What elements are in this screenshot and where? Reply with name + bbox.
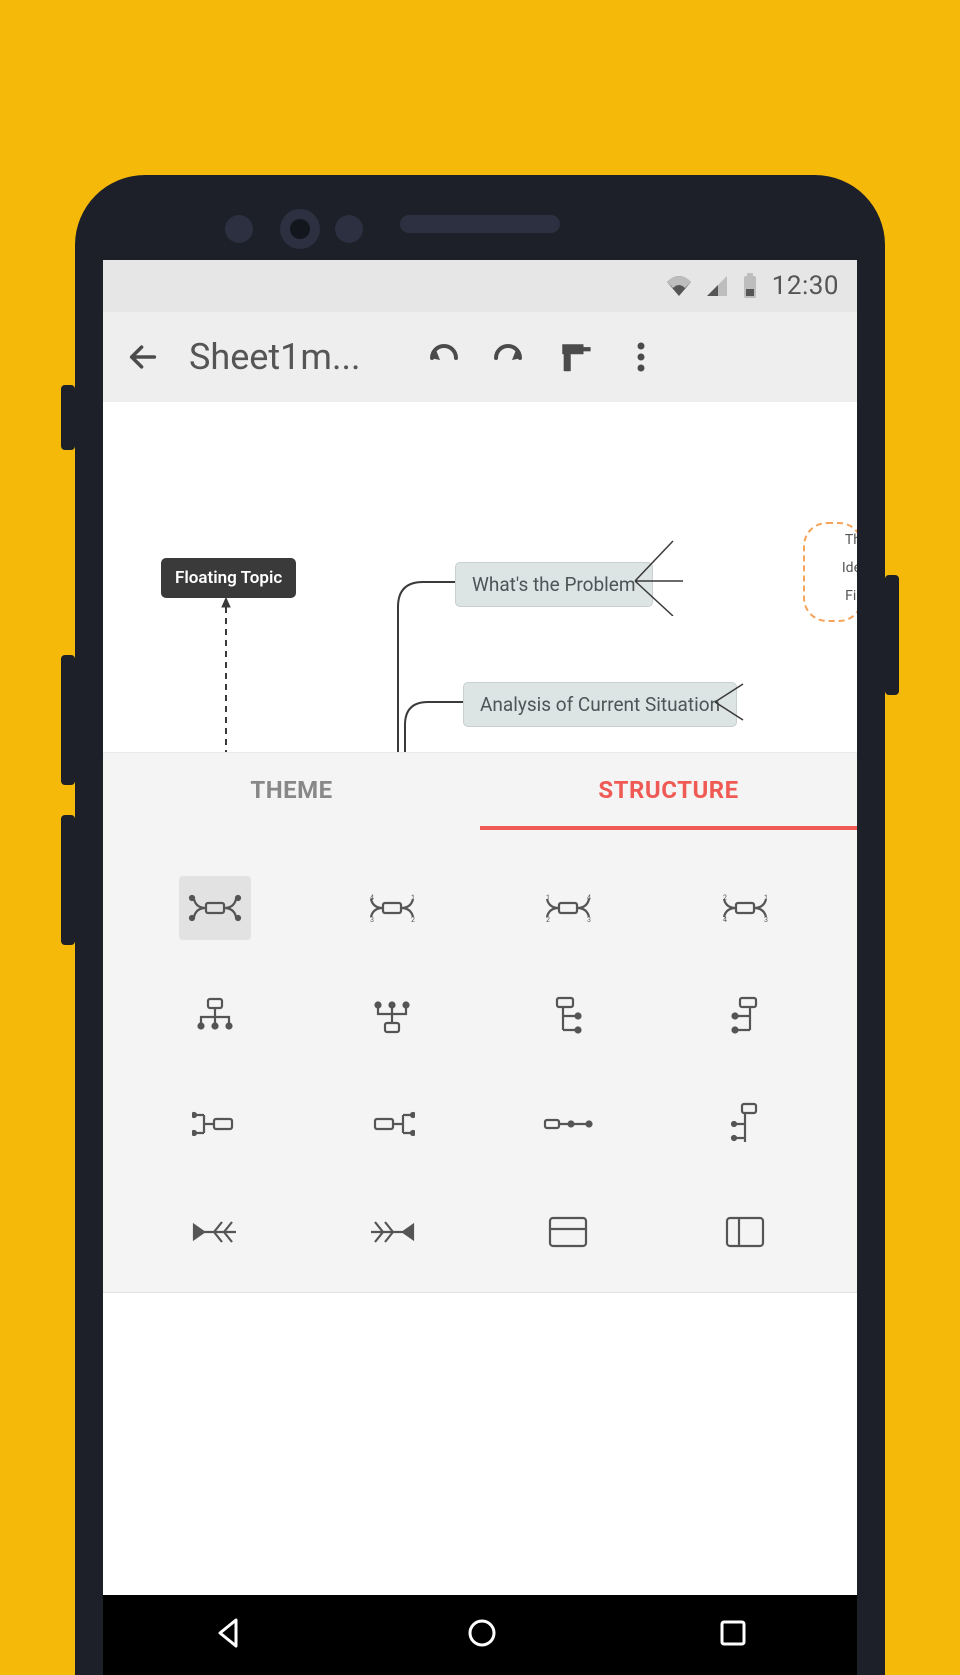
back-button[interactable] bbox=[113, 327, 173, 387]
mindmap-canvas[interactable]: Floating Topic What's the Problem Analys… bbox=[103, 402, 857, 752]
phone-frame: 12:30 Sheet1m... bbox=[75, 175, 885, 1675]
structure-option-map-radial[interactable]: 2 4 1 3 bbox=[657, 854, 834, 962]
svg-text:1: 1 bbox=[546, 894, 550, 902]
svg-text:2: 2 bbox=[723, 894, 727, 902]
structure-option-fishbone-right[interactable] bbox=[304, 1178, 481, 1286]
wifi-icon bbox=[666, 275, 692, 297]
relationship-arrow bbox=[221, 597, 231, 752]
branch-connector bbox=[633, 536, 723, 616]
svg-text:3: 3 bbox=[587, 916, 591, 924]
phone-power-button bbox=[885, 575, 899, 695]
svg-text:1: 1 bbox=[764, 894, 768, 902]
tab-structure[interactable]: STRUCTURE bbox=[480, 753, 857, 830]
app-toolbar: Sheet1m... bbox=[103, 312, 857, 402]
floating-topic-node[interactable]: Floating Topic bbox=[161, 558, 296, 598]
topic-node[interactable]: Analysis of Current Situation bbox=[463, 682, 737, 727]
nav-home-icon[interactable] bbox=[465, 1616, 499, 1654]
android-navbar bbox=[103, 1595, 857, 1675]
structure-option-spreadsheet[interactable] bbox=[657, 1178, 834, 1286]
panel-tabs: THEME STRUCTURE bbox=[103, 752, 857, 830]
phone-volume-up bbox=[61, 655, 75, 785]
structure-option-timeline-horizontal[interactable] bbox=[480, 1070, 657, 1178]
document-title[interactable]: Sheet1m... bbox=[183, 336, 413, 378]
svg-text:3: 3 bbox=[370, 916, 374, 924]
structure-option-logic-left[interactable] bbox=[304, 1070, 481, 1178]
structure-option-matrix[interactable] bbox=[480, 1178, 657, 1286]
svg-text:4: 4 bbox=[587, 894, 591, 902]
toolbar-actions bbox=[423, 337, 669, 377]
phone-side-button bbox=[61, 385, 75, 450]
structure-option-org-down[interactable] bbox=[127, 962, 304, 1070]
structure-option-timeline-vertical[interactable] bbox=[657, 1070, 834, 1178]
more-button[interactable] bbox=[621, 337, 661, 377]
structure-option-tree-left[interactable] bbox=[657, 962, 834, 1070]
branch-connector bbox=[713, 682, 753, 722]
subtopic-node[interactable]: Fir bbox=[845, 588, 857, 604]
phone-volume-down bbox=[61, 815, 75, 945]
redo-button[interactable] bbox=[489, 337, 529, 377]
nav-recent-icon[interactable] bbox=[718, 1618, 748, 1652]
branch-connector bbox=[403, 697, 465, 752]
structure-option-fishbone-left[interactable] bbox=[127, 1178, 304, 1286]
nav-back-icon[interactable] bbox=[212, 1616, 246, 1654]
svg-text:2: 2 bbox=[546, 916, 550, 924]
structure-panel: 4 3 1 2 1 2 4 3 2 4 1 3 bbox=[103, 830, 857, 1293]
status-time: 12:30 bbox=[772, 271, 839, 301]
svg-text:2: 2 bbox=[411, 916, 415, 924]
svg-text:4: 4 bbox=[370, 894, 374, 902]
svg-text:4: 4 bbox=[723, 916, 727, 924]
structure-option-tree-right[interactable] bbox=[480, 962, 657, 1070]
phone-camera bbox=[280, 209, 320, 249]
topic-node[interactable]: What's the Problem bbox=[455, 562, 653, 607]
svg-text:1: 1 bbox=[411, 894, 415, 902]
screen: 12:30 Sheet1m... bbox=[103, 260, 857, 1675]
phone-sensor bbox=[225, 215, 253, 243]
structure-option-map-anticlockwise[interactable]: 1 2 4 3 bbox=[480, 854, 657, 962]
structure-option-org-up[interactable] bbox=[304, 962, 481, 1070]
phone-speaker bbox=[400, 215, 560, 233]
status-bar: 12:30 bbox=[103, 260, 857, 312]
phone-sensor bbox=[335, 215, 363, 243]
battery-icon bbox=[742, 273, 758, 299]
undo-button[interactable] bbox=[423, 337, 463, 377]
structure-option-map-balanced[interactable] bbox=[127, 854, 304, 962]
format-button[interactable] bbox=[555, 337, 595, 377]
subtopic-node[interactable]: Th bbox=[845, 532, 857, 548]
structure-option-logic-right[interactable] bbox=[127, 1070, 304, 1178]
subtopic-node[interactable]: Ide bbox=[842, 560, 857, 576]
tab-theme[interactable]: THEME bbox=[103, 753, 480, 830]
structure-option-map-clockwise[interactable]: 4 3 1 2 bbox=[304, 854, 481, 962]
svg-text:3: 3 bbox=[764, 916, 768, 924]
cellular-icon bbox=[706, 275, 728, 297]
